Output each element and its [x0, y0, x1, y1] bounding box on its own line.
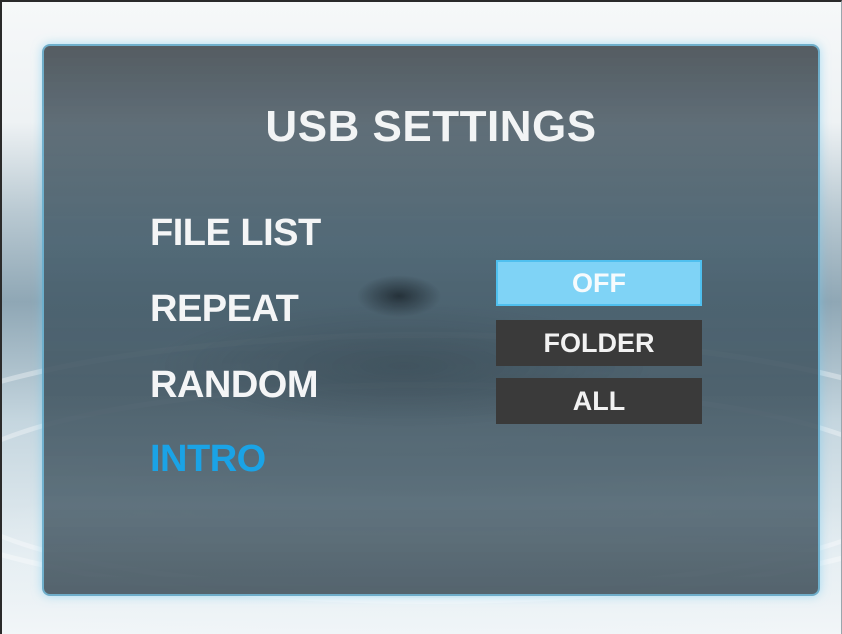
settings-panel: USB SETTINGS FILE LIST REPEAT RANDOM INT… — [42, 44, 820, 596]
menu-item-file-list[interactable]: FILE LIST — [150, 212, 321, 255]
usb-settings-screen: USB SETTINGS FILE LIST REPEAT RANDOM INT… — [0, 0, 842, 634]
menu-item-intro[interactable]: INTRO — [150, 438, 266, 481]
menu-item-random[interactable]: RANDOM — [150, 364, 318, 407]
option-folder[interactable]: FOLDER — [496, 320, 702, 366]
option-off[interactable]: OFF — [496, 260, 702, 306]
page-title: USB SETTINGS — [265, 102, 597, 151]
menu-item-repeat[interactable]: REPEAT — [150, 288, 299, 331]
option-all[interactable]: ALL — [496, 378, 702, 424]
